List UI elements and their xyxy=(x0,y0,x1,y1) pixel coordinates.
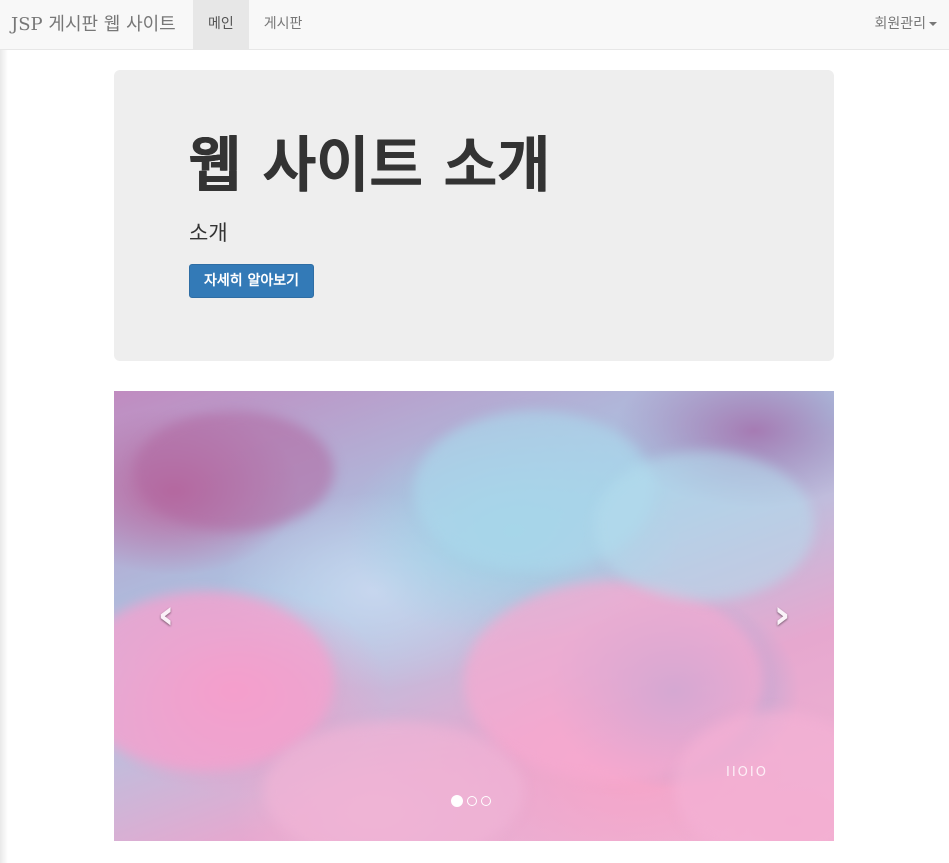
brand-link[interactable]: JSP 게시판 웹 사이트 xyxy=(11,0,176,49)
page-title: 웹 사이트 소개 xyxy=(189,131,551,201)
watermark-logo: IIOIO xyxy=(726,765,768,780)
carousel-indicators xyxy=(451,795,491,807)
nav-link-board[interactable]: 게시판 xyxy=(249,0,318,49)
chevron-left-icon[interactable]: ‹ xyxy=(146,595,186,635)
left-shadow xyxy=(0,50,8,863)
caret-down-icon xyxy=(929,22,937,26)
carousel-indicator-1[interactable] xyxy=(451,795,463,807)
jumbotron-subtitle: 소개 xyxy=(189,221,228,245)
image-carousel: ‹ › IIOIO xyxy=(114,391,834,841)
carousel-indicator-2[interactable] xyxy=(467,796,477,806)
cloud-shape xyxy=(134,411,334,531)
member-menu-label: 회원관리 xyxy=(874,16,926,32)
nav-link-main[interactable]: 메인 xyxy=(193,0,249,49)
learn-more-button[interactable]: 자세히 알아보기 xyxy=(189,264,314,298)
member-menu-dropdown[interactable]: 회원관리 xyxy=(874,0,937,49)
cloud-shape xyxy=(594,451,814,601)
navbar: JSP 게시판 웹 사이트 메인 게시판 회원관리 xyxy=(0,0,949,50)
nav-links: 메인 게시판 xyxy=(193,0,317,49)
chevron-right-icon[interactable]: › xyxy=(762,595,802,635)
jumbotron: 웹 사이트 소개 소개 자세히 알아보기 xyxy=(114,70,834,361)
carousel-indicator-3[interactable] xyxy=(481,796,491,806)
